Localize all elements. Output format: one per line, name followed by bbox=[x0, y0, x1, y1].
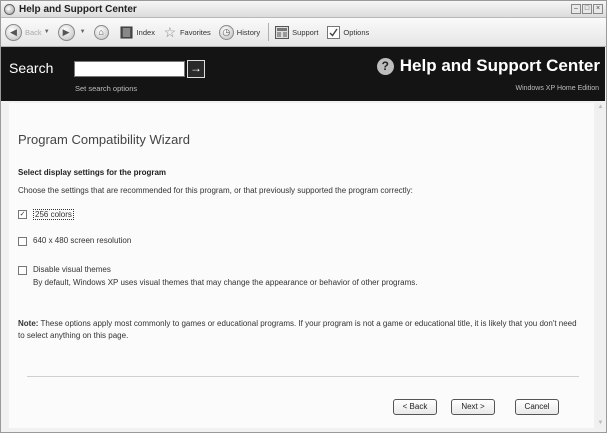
home-button[interactable]: ⌂ bbox=[93, 24, 112, 40]
question-mark-icon: ? bbox=[376, 57, 394, 75]
window-controls: – □ × bbox=[571, 4, 603, 14]
favorites-label: Favorites bbox=[179, 27, 211, 37]
options-checkbox-icon bbox=[326, 25, 340, 39]
next-button[interactable]: Next > bbox=[451, 399, 495, 415]
note-label: Note: bbox=[18, 319, 39, 328]
support-icon bbox=[275, 25, 290, 39]
wizard-content: Program Compatibility Wizard Select disp… bbox=[9, 103, 594, 428]
cancel-button[interactable]: Cancel bbox=[515, 399, 559, 415]
title-bar: Help and Support Center – □ × bbox=[1, 1, 606, 18]
minimize-button[interactable]: – bbox=[571, 4, 581, 14]
toolbar: ◀ Back ▼ ▶ ▼ ⌂ Index ☆ Favorites ◷ Histo… bbox=[1, 18, 606, 47]
back-button[interactable]: ◀ Back ▼ bbox=[5, 23, 50, 41]
forward-button[interactable]: ▶ ▼ bbox=[57, 23, 86, 41]
support-label: Support bbox=[292, 27, 319, 37]
checkbox-640x480[interactable] bbox=[18, 237, 27, 246]
option-640x480-label[interactable]: 640 x 480 screen resolution bbox=[33, 236, 131, 245]
section-title: Select display settings for the program bbox=[18, 168, 167, 177]
scroll-up-icon[interactable]: ▲ bbox=[596, 103, 605, 112]
forward-dropdown-icon[interactable]: ▼ bbox=[80, 29, 86, 35]
edition-label: Windows XP Home Edition bbox=[515, 85, 599, 92]
note-text: Note: These options apply most commonly … bbox=[18, 318, 578, 342]
themes-description: By default, Windows XP uses visual theme… bbox=[33, 278, 418, 287]
header-title-text: Help and Support Center bbox=[399, 56, 600, 75]
back-arrow-icon: ◀ bbox=[5, 23, 22, 41]
option-256-colors-label[interactable]: 256 colors bbox=[33, 209, 74, 220]
header-title: ? Help and Support Center bbox=[376, 56, 600, 76]
help-header: Search → Set search options ? Help and S… bbox=[1, 47, 605, 101]
option-640x480-resolution[interactable]: 640 x 480 screen resolution bbox=[18, 236, 131, 246]
search-input[interactable] bbox=[74, 61, 185, 77]
option-disable-themes-label[interactable]: Disable visual themes bbox=[33, 265, 111, 274]
toolbar-separator bbox=[268, 23, 270, 41]
clock-icon: ◷ bbox=[218, 24, 234, 40]
maximize-button[interactable]: □ bbox=[582, 4, 592, 14]
option-256-colors[interactable]: ✓ 256 colors bbox=[18, 209, 74, 220]
help-support-icon bbox=[4, 3, 15, 15]
star-icon: ☆ bbox=[163, 23, 177, 40]
back-label: Back bbox=[25, 27, 42, 37]
index-button[interactable]: Index bbox=[120, 25, 155, 39]
search-label: Search bbox=[9, 60, 54, 76]
divider bbox=[27, 376, 579, 377]
option-disable-themes[interactable]: Disable visual themes bbox=[18, 265, 111, 275]
book-icon bbox=[120, 25, 134, 39]
home-icon: ⌂ bbox=[93, 24, 109, 40]
checkbox-256-colors[interactable]: ✓ bbox=[18, 210, 27, 219]
page-title: Program Compatibility Wizard bbox=[18, 132, 190, 147]
history-label: History bbox=[236, 27, 261, 37]
history-button[interactable]: ◷ History bbox=[218, 24, 261, 40]
options-button[interactable]: Options bbox=[326, 25, 369, 39]
close-button[interactable]: × bbox=[593, 4, 603, 14]
scrollbar[interactable]: ▲ ▼ bbox=[596, 103, 605, 428]
support-button[interactable]: Support bbox=[275, 25, 318, 39]
forward-arrow-icon: ▶ bbox=[57, 23, 75, 41]
favorites-button[interactable]: ☆ Favorites bbox=[163, 23, 211, 40]
back-wizard-button[interactable]: < Back bbox=[393, 399, 437, 415]
index-label: Index bbox=[136, 27, 155, 37]
note-body: These options apply most commonly to gam… bbox=[18, 319, 577, 340]
checkbox-disable-themes[interactable] bbox=[18, 266, 27, 275]
window-title: Help and Support Center bbox=[19, 3, 137, 15]
instruction-text: Choose the settings that are recommended… bbox=[18, 186, 413, 195]
scroll-down-icon[interactable]: ▼ bbox=[596, 419, 605, 428]
set-search-options-link[interactable]: Set search options bbox=[75, 84, 137, 93]
search-go-button[interactable]: → bbox=[187, 60, 205, 78]
back-dropdown-icon[interactable]: ▼ bbox=[44, 29, 50, 35]
options-label: Options bbox=[343, 27, 370, 37]
